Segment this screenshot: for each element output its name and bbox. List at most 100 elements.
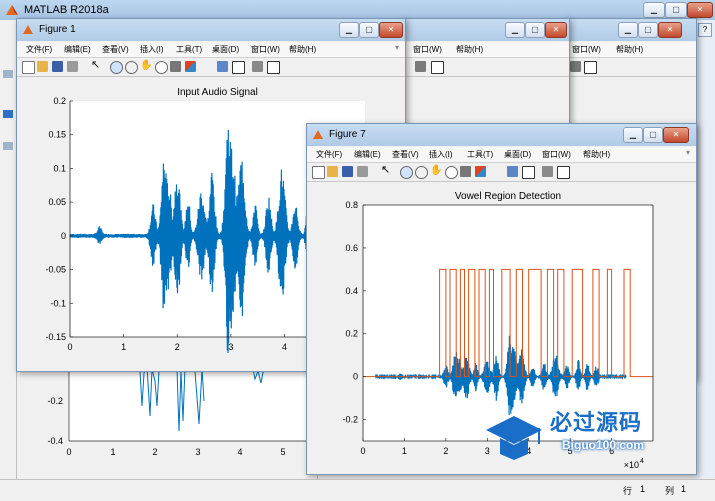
bgfig-right-maximize[interactable]: ▢ — [638, 22, 658, 38]
fig7-xtick-label-1: 1 — [402, 446, 407, 456]
minimize-button[interactable]: ▁ — [643, 2, 665, 18]
maximize-button[interactable]: ▢ — [665, 2, 687, 18]
bgfig-lower-xtick-4: 4 — [237, 447, 242, 457]
fig7-xtick-label-0: 0 — [360, 446, 365, 456]
menu-window[interactable]: 窗口(W) — [542, 149, 571, 160]
pointer-icon[interactable]: ↖ — [91, 60, 102, 72]
menu-view[interactable]: 查看(V) — [102, 44, 129, 55]
save-icon[interactable] — [342, 166, 353, 177]
bgfig-lower-xtick-0: 0 — [66, 447, 71, 457]
menu-view[interactable]: 查看(V) — [392, 149, 419, 160]
bgfig-mid-close[interactable]: ✕ — [545, 22, 567, 38]
brush-icon[interactable] — [475, 166, 486, 177]
figure-1-minimize[interactable]: ▁ — [339, 22, 359, 38]
background-figure-middle-titlebar: ▁ ▢ ✕ — [401, 19, 569, 41]
stop-icon[interactable] — [252, 61, 263, 72]
bgfig-right-minimize[interactable]: ▁ — [618, 22, 638, 38]
print-icon[interactable] — [67, 61, 78, 72]
data-cursor-icon[interactable] — [170, 61, 181, 72]
new-figure-icon[interactable] — [312, 166, 325, 179]
menu-edit[interactable]: 编辑(E) — [354, 149, 381, 160]
fig1-ytick-label-7: -0.15 — [45, 332, 66, 342]
background-figure-lower[interactable]: -0.2 -0.4 0 1 2 3 4 5 — [16, 360, 318, 480]
menu-tools[interactable]: 工具(T) — [176, 44, 202, 55]
stop-icon[interactable] — [570, 61, 581, 72]
figure-1-close[interactable]: ✕ — [379, 22, 403, 38]
fig1-axes-title: Input Audio Signal — [177, 87, 258, 98]
open-file-icon[interactable] — [327, 166, 338, 177]
bgfig-mid-menu-window[interactable]: 窗口(W) — [413, 44, 442, 55]
bgfig-right-close[interactable]: ✕ — [658, 22, 682, 38]
figure-7-minimize[interactable]: ▁ — [623, 127, 643, 143]
fig1-ytick-label-3: 0.05 — [48, 197, 66, 207]
dock-icon[interactable] — [267, 61, 280, 74]
app-title: MATLAB R2018a — [24, 4, 109, 16]
status-row-value: 1 — [640, 484, 646, 494]
pan-icon[interactable]: ✋ — [140, 61, 152, 72]
pointer-icon[interactable]: ↖ — [381, 165, 392, 177]
menu-desktop[interactable]: 桌面(D) — [212, 44, 239, 55]
rotate-icon[interactable] — [445, 166, 458, 179]
data-cursor-icon[interactable] — [460, 166, 471, 177]
menu-insert[interactable]: 插入(I) — [140, 44, 164, 55]
link-plot-icon[interactable] — [217, 61, 228, 72]
colorbar-icon[interactable] — [232, 61, 245, 74]
dock-icon[interactable] — [584, 61, 597, 74]
close-button[interactable]: ✕ — [687, 2, 713, 18]
figure-1-maximize[interactable]: ▢ — [359, 22, 379, 38]
figure-7-maximize[interactable]: ▢ — [643, 127, 663, 143]
menu-file[interactable]: 文件(F) — [26, 44, 52, 55]
print-icon[interactable] — [357, 166, 368, 177]
zoom-in-icon[interactable] — [110, 61, 123, 74]
zoom-out-icon[interactable] — [125, 61, 138, 74]
menu-help[interactable]: 帮助(H) — [289, 44, 316, 55]
rotate-icon[interactable] — [155, 61, 168, 74]
menubar-dock-arrow-icon[interactable]: ▾ — [686, 148, 690, 157]
status-bar: 行 1 列 1 — [0, 479, 715, 501]
fig1-ytick-label-0: 0.2 — [53, 96, 66, 106]
dock-icon[interactable] — [431, 61, 444, 74]
zoom-in-icon[interactable] — [400, 166, 413, 179]
fig7-ytick-label-4: 0 — [353, 372, 358, 382]
figure-1-menubar: 文件(F) 编辑(E) 查看(V) 插入(I) 工具(T) 桌面(D) 窗口(W… — [17, 42, 405, 58]
zoom-out-icon[interactable] — [415, 166, 428, 179]
brush-icon[interactable] — [185, 61, 196, 72]
menu-help[interactable]: 帮助(H) — [583, 149, 610, 160]
menu-desktop[interactable]: 桌面(D) — [504, 149, 531, 160]
stop-icon[interactable] — [415, 61, 426, 72]
menu-window[interactable]: 窗口(W) — [251, 44, 280, 55]
figure-icon — [313, 130, 323, 139]
save-icon[interactable] — [52, 61, 63, 72]
link-plot-icon[interactable] — [507, 166, 518, 177]
watermark-text: 必过源码 — [550, 411, 643, 436]
fig7-ytick-label-5: -0.2 — [342, 415, 358, 425]
new-figure-icon[interactable] — [22, 61, 35, 74]
menu-edit[interactable]: 编辑(E) — [64, 44, 91, 55]
bgfig-mid-toolbar — [401, 58, 569, 77]
fig1-ytick-label-4: 0 — [61, 231, 66, 241]
menu-file[interactable]: 文件(F) — [316, 149, 342, 160]
bgfig-right-menu-window[interactable]: 窗口(W) — [572, 44, 601, 55]
help-question-icon[interactable]: ? — [698, 23, 712, 37]
matlab-logo-icon — [6, 5, 18, 15]
fig1-xtick-label-4: 4 — [282, 342, 287, 352]
menu-tools[interactable]: 工具(T) — [467, 149, 493, 160]
bgfig-right-menu-help[interactable]: 帮助(H) — [616, 44, 643, 55]
status-col-label: 列 — [665, 486, 675, 496]
stop-icon[interactable] — [542, 166, 553, 177]
figure-7-title: Figure 7 — [329, 129, 366, 140]
colorbar-icon[interactable] — [522, 166, 535, 179]
open-file-icon[interactable] — [37, 61, 48, 72]
watermark-subtext: Biguo100.com — [562, 438, 645, 452]
status-row-label: 行 — [623, 486, 633, 496]
fig7-ytick-label-1: 0.6 — [345, 243, 358, 253]
bgfig-mid-minimize[interactable]: ▁ — [505, 22, 525, 38]
bgfig-mid-menu-help[interactable]: 帮助(H) — [456, 44, 483, 55]
status-col-value: 1 — [681, 484, 687, 494]
pan-icon[interactable]: ✋ — [430, 166, 442, 177]
menubar-dock-arrow-icon[interactable]: ▾ — [395, 43, 399, 52]
menu-insert[interactable]: 插入(I) — [429, 149, 453, 160]
figure-7-close[interactable]: ✕ — [663, 127, 689, 143]
bgfig-mid-maximize[interactable]: ▢ — [525, 22, 545, 38]
dock-icon[interactable] — [557, 166, 570, 179]
